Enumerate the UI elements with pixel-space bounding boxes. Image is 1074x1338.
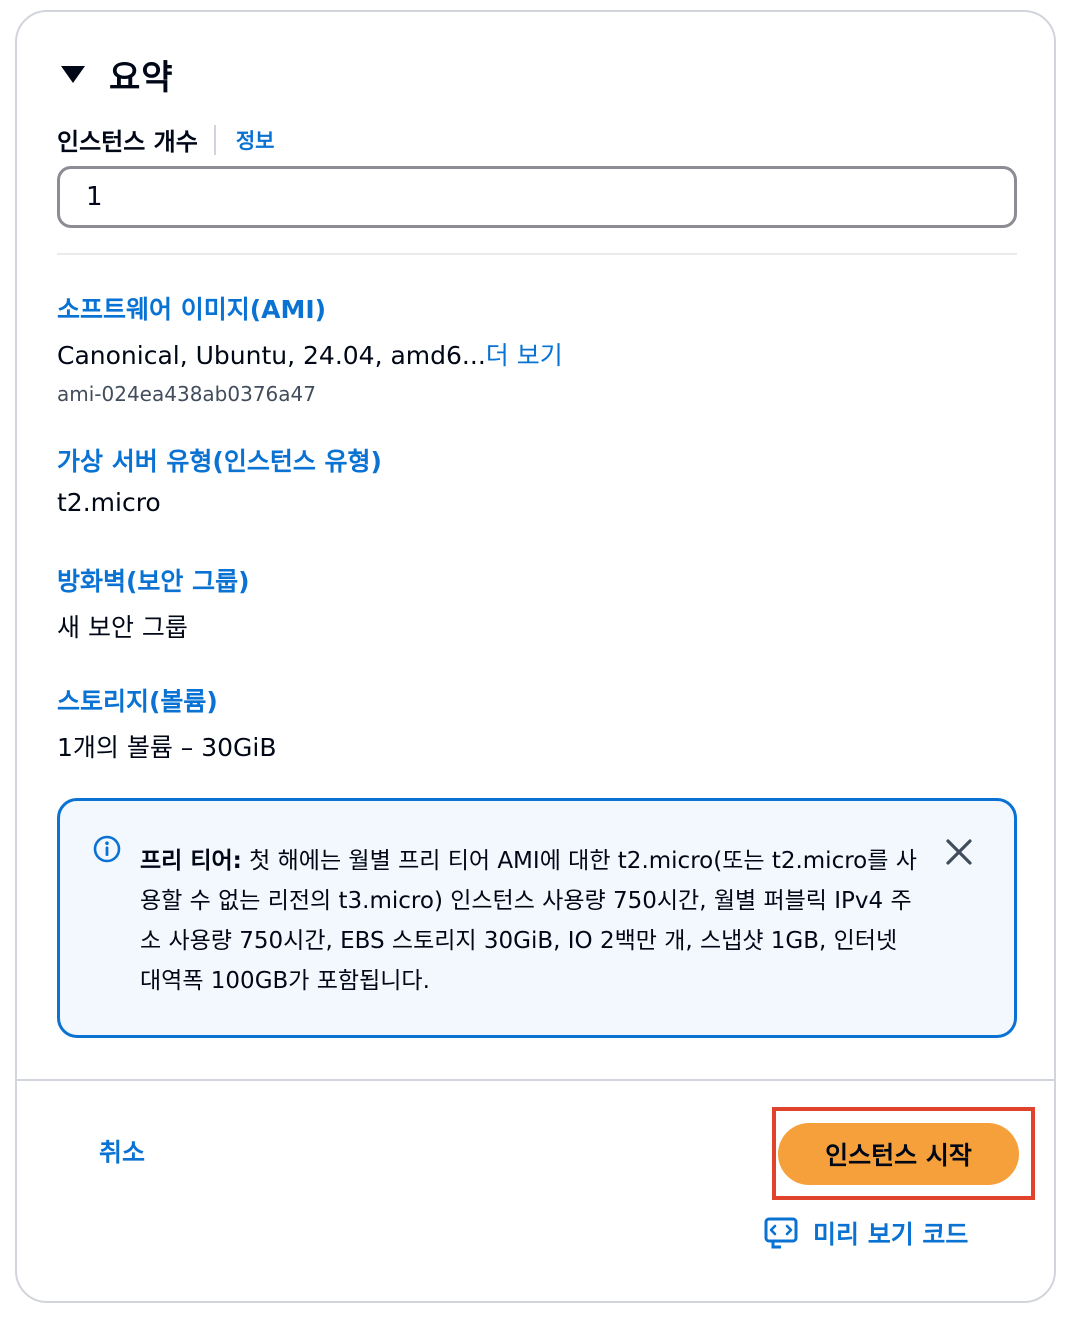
info-icon [93,835,121,863]
firewall-value: 새 보안 그룹 [57,613,188,642]
preview-code-link[interactable]: 미리 보기 코드 [763,1215,968,1251]
storage-value: 1개의 볼륨 – 30GiB [57,733,277,762]
preview-code-label: 미리 보기 코드 [813,1220,969,1249]
firewall-section: 방화벽(보안 그룹) 새 보안 그룹 [57,562,250,644]
storage-title-link[interactable]: 스토리지(볼륨) [57,682,277,718]
free-tier-alert: 프리 티어: 첫 해에는 월별 프리 티어 AMI에 대한 t2.micro(또… [57,798,1017,1038]
ami-id: ami-024ea438ab0376a47 [57,382,316,406]
alert-body: 첫 해에는 월별 프리 티어 AMI에 대한 t2.micro(또는 t2.mi… [140,848,917,994]
label-divider [213,124,216,155]
instance-count-label: 인스턴스 개수 [57,128,198,156]
ami-section: 소프트웨어 이미지(AMI) Canonical, Ubuntu, 24.04,… [57,290,563,406]
storage-section: 스토리지(볼륨) 1개의 볼륨 – 30GiB [57,682,277,764]
instance-count-label-row: 인스턴스 개수 정보 [57,122,274,157]
launch-instance-button[interactable]: 인스턴스 시작 [778,1123,1019,1185]
instance-type-title-link[interactable]: 가상 서버 유형(인스턴스 유형) [57,442,382,478]
show-more-link[interactable]: 더 보기 [486,341,563,370]
alert-title: 프리 티어: [140,848,242,874]
cancel-button[interactable]: 취소 [99,1133,145,1169]
footer-divider [17,1079,1054,1081]
info-link[interactable]: 정보 [236,125,275,155]
ami-value: Canonical, Ubuntu, 24.04, amd6...더 보기 [57,336,563,372]
code-preview-icon [764,1217,798,1249]
alert-message: 프리 티어: 첫 해에는 월별 프리 티어 AMI에 대한 t2.micro(또… [140,841,920,1001]
firewall-title-link[interactable]: 방화벽(보안 그룹) [57,562,250,598]
ami-title-link[interactable]: 소프트웨어 이미지(AMI) [57,290,563,326]
summary-panel: 요약 인스턴스 개수 정보 소프트웨어 이미지(AMI) Canonical, … [15,10,1056,1303]
instance-type-value: t2.micro [57,488,161,517]
instance-type-section: 가상 서버 유형(인스턴스 유형) t2.micro [57,442,382,517]
summary-title: 요약 [109,58,174,98]
divider [57,253,1017,255]
summary-header[interactable]: 요약 [61,50,174,99]
instance-count-input[interactable] [57,166,1017,228]
close-icon[interactable] [944,837,974,867]
ami-name: Canonical, Ubuntu, 24.04, amd6... [57,341,486,370]
caret-down-icon[interactable] [61,66,85,83]
